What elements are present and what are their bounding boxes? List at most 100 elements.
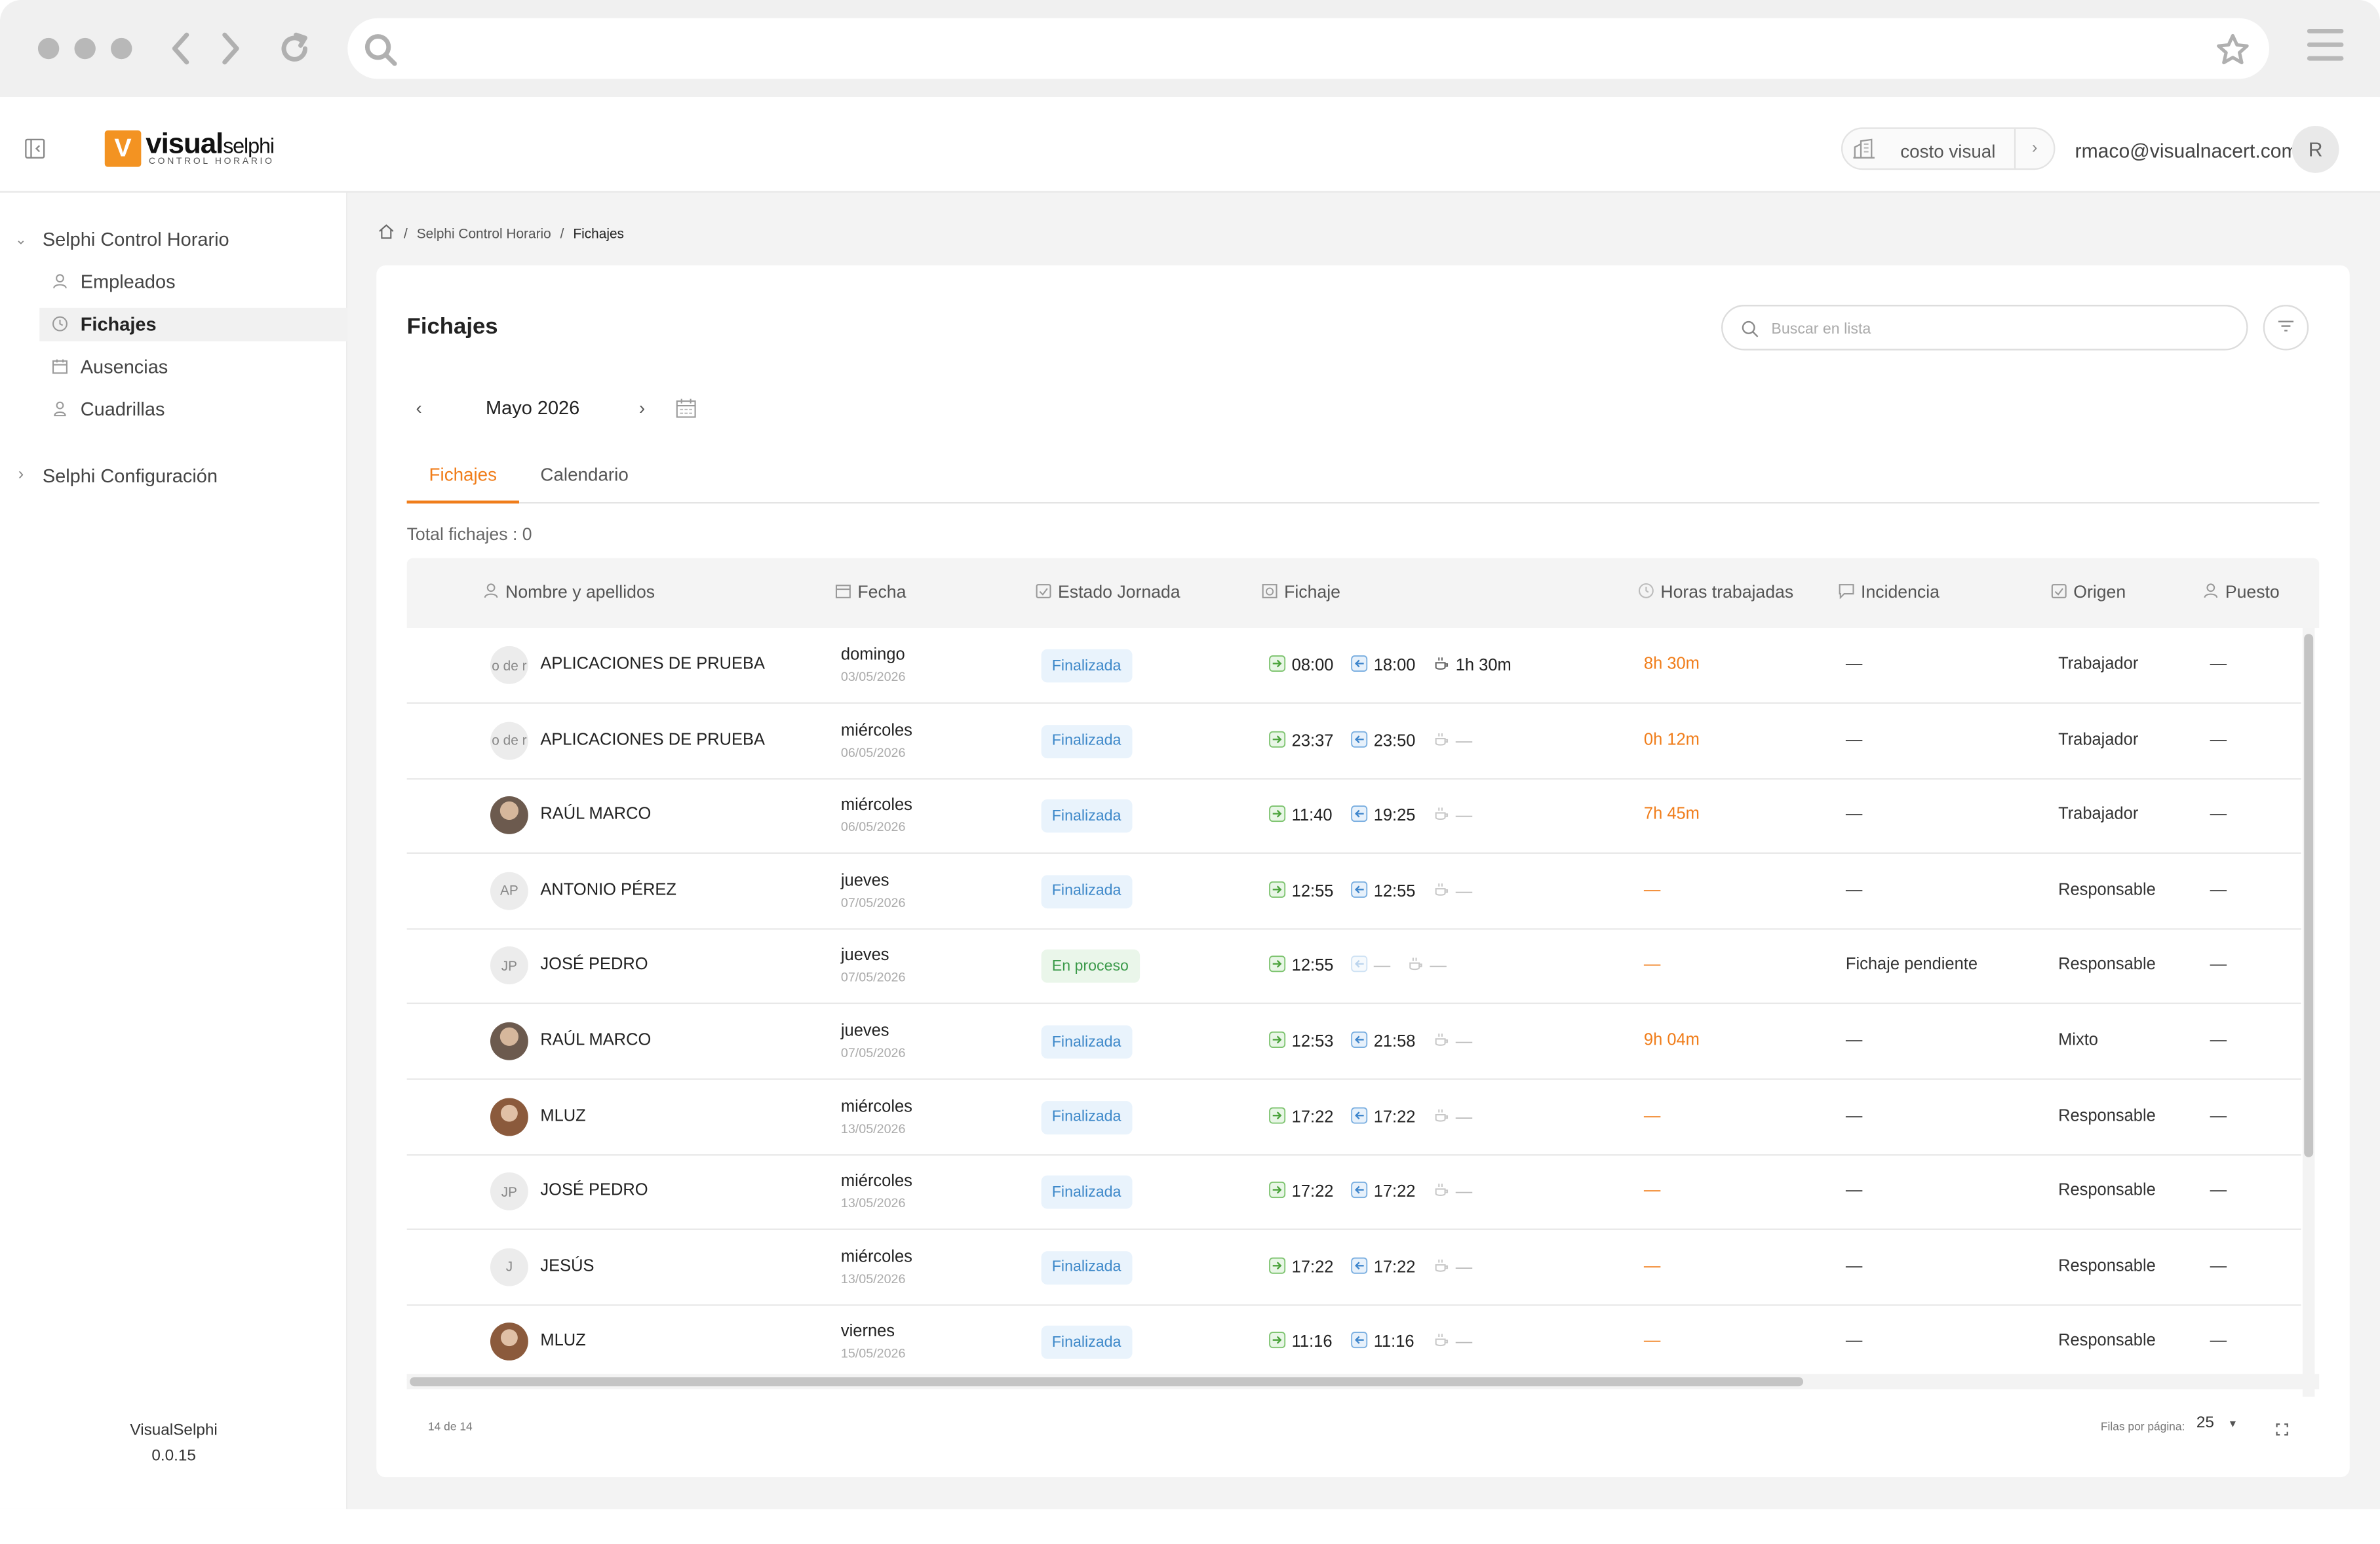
clock-in-icon xyxy=(1269,881,1286,902)
clock-in-icon xyxy=(1269,956,1286,977)
clock-out-icon xyxy=(1351,730,1368,752)
table-row[interactable]: MLUZ viernes 15/05/2026 Finalizada 11:16 11:1… xyxy=(406,1305,2301,1381)
employee-name[interactable]: JOSÉ PEDRO xyxy=(540,1182,648,1200)
clock-in-icon xyxy=(1269,730,1286,752)
employee-name[interactable]: ANTONIO PÉREZ xyxy=(540,881,676,899)
punch-out: 21:58 xyxy=(1351,1031,1415,1052)
breadcrumb-link[interactable]: Selphi Control Horario xyxy=(417,225,551,241)
table-row[interactable]: AP ANTONIO PÉREZ jueves 07/05/2026 Finalizad… xyxy=(406,853,2301,930)
chevron-left-icon[interactable]: ‹ xyxy=(416,397,422,418)
clock-icon xyxy=(52,315,68,336)
incidence: — xyxy=(1845,1257,1863,1275)
status-badge: Finalizada xyxy=(1041,1326,1132,1360)
vertical-scrollbar[interactable] xyxy=(2302,628,2315,1397)
hours-worked: — xyxy=(1643,955,1661,975)
timer-icon xyxy=(1638,583,1654,604)
reload-icon[interactable] xyxy=(273,28,316,70)
origin: Responsable xyxy=(2058,881,2156,899)
sidebar-item-fichajes[interactable]: Fichajes xyxy=(39,307,348,341)
bookmark-star-icon[interactable] xyxy=(2215,32,2252,76)
horizontal-scrollbar[interactable] xyxy=(406,1374,2320,1389)
column-header-origen[interactable]: Origen xyxy=(2051,583,2126,604)
column-header-incidencia[interactable]: Incidencia xyxy=(1838,583,1940,604)
sidebar-item-ausencias[interactable]: Ausencias xyxy=(39,351,347,384)
weekday: jueves xyxy=(840,1022,889,1041)
column-header-puesto[interactable]: Puesto xyxy=(2202,583,2280,604)
table-header: Nombre y apellidos Fecha Estado Jornada … xyxy=(406,558,2320,628)
table-row[interactable]: o de r APLICACIONES DE PRUEBA domingo 03/05… xyxy=(406,628,2301,704)
table-row[interactable]: RAÚL MARCO jueves 07/05/2026 Finalizada 12:5… xyxy=(406,1004,2301,1080)
clock-out-icon xyxy=(1351,655,1368,676)
breadcrumb-current: Fichajes xyxy=(573,225,624,241)
column-header-nombre[interactable]: Nombre y apellidos xyxy=(482,583,655,604)
column-header-estado[interactable]: Estado Jornada xyxy=(1035,583,1180,604)
column-header-horas[interactable]: Horas trabajadas xyxy=(1638,583,1793,604)
employee-name[interactable]: APLICACIONES DE PRUEBA xyxy=(540,731,765,749)
table-row[interactable]: J JESÚS miércoles 13/05/2026 Finalizada 17:22… xyxy=(406,1229,2301,1306)
search-icon xyxy=(362,32,399,76)
sidebar-group-control-horario[interactable]: ⌄ Selphi Control Horario xyxy=(0,223,347,256)
filter-button[interactable] xyxy=(2263,305,2309,351)
coffee-icon xyxy=(1433,731,1449,752)
tab-calendario[interactable]: Calendario xyxy=(540,464,628,503)
hours-worked: 8h 30m xyxy=(1643,655,1700,674)
date: 06/05/2026 xyxy=(840,744,906,760)
employee-name[interactable]: RAÚL MARCO xyxy=(540,805,651,824)
search-input[interactable] xyxy=(1771,315,2227,343)
column-header-fichaje[interactable]: Fichaje xyxy=(1261,583,1340,604)
sidebar-group-configuracion[interactable]: › Selphi Configuración xyxy=(0,459,347,493)
back-icon[interactable] xyxy=(159,28,202,70)
rows-per-page-select[interactable]: 25 xyxy=(2196,1414,2214,1432)
table-row[interactable]: o de r APLICACIONES DE PRUEBA miércoles 06/… xyxy=(406,703,2301,779)
sidebar-collapse-icon[interactable] xyxy=(24,138,45,167)
avatar: o de r xyxy=(490,646,528,684)
table-row[interactable]: JP JOSÉ PEDRO jueves 07/05/2026 En proceso 12… xyxy=(406,929,2301,1005)
forward-icon[interactable] xyxy=(210,28,252,70)
window-dot-icon[interactable] xyxy=(111,37,132,60)
window-dot-icon[interactable] xyxy=(74,37,96,60)
employee-name[interactable]: JOSÉ PEDRO xyxy=(540,956,648,975)
employee-name[interactable]: APLICACIONES DE PRUEBA xyxy=(540,655,765,674)
scrollbar-thumb[interactable] xyxy=(410,1377,1804,1387)
company-selector[interactable]: costo visual › xyxy=(1841,127,2056,170)
break-time: 1h 30m xyxy=(1433,655,1512,676)
fichajes-table: Nombre y apellidos Fecha Estado Jornada … xyxy=(406,558,2320,1397)
fullscreen-icon[interactable] xyxy=(2275,1417,2289,1444)
employee-name[interactable]: MLUZ xyxy=(540,1332,585,1351)
table-row[interactable]: MLUZ miércoles 13/05/2026 Finalizada 17:22 17… xyxy=(406,1079,2301,1155)
window-dot-icon[interactable] xyxy=(37,37,60,60)
month-label[interactable]: Mayo 2026 xyxy=(486,397,579,418)
calendar-picker-icon[interactable] xyxy=(675,397,696,426)
break-time: — xyxy=(1407,956,1447,977)
table-row[interactable]: JP JOSÉ PEDRO miércoles 13/05/2026 Finalizad… xyxy=(406,1155,2301,1231)
sidebar-item-cuadrillas[interactable]: Cuadrillas xyxy=(39,393,347,426)
home-icon[interactable] xyxy=(378,223,395,242)
scrollbar-thumb[interactable] xyxy=(2304,634,2314,1157)
search-field[interactable] xyxy=(1721,305,2248,351)
column-header-fecha[interactable]: Fecha xyxy=(835,583,906,604)
coffee-icon xyxy=(1433,1106,1449,1127)
punch-in: 17:22 xyxy=(1269,1106,1333,1127)
puesto: — xyxy=(2210,805,2227,824)
employee-name[interactable]: MLUZ xyxy=(540,1106,585,1125)
total-count: Total fichajes : 0 xyxy=(406,526,532,545)
sidebar-item-empleados[interactable]: Empleados xyxy=(39,265,347,299)
incidence: — xyxy=(1845,1031,1863,1050)
origin: Mixto xyxy=(2058,1031,2098,1050)
status-badge: Finalizada xyxy=(1041,724,1132,758)
app-logo[interactable]: V visualselphi CONTROL HORARIO xyxy=(104,130,275,167)
coffee-icon xyxy=(1433,805,1449,826)
month-navigator: ‹ Mayo 2026 › xyxy=(407,393,711,426)
table-row[interactable]: RAÚL MARCO miércoles 06/05/2026 Finalizada 1… xyxy=(406,779,2301,855)
chevron-right-icon[interactable]: › xyxy=(2014,128,2054,168)
rows-per-page-label: Filas por página: xyxy=(2100,1419,2185,1434)
employee-name[interactable]: JESÚS xyxy=(540,1257,594,1275)
caret-down-icon[interactable]: ▾ xyxy=(2230,1417,2236,1431)
employee-name[interactable]: RAÚL MARCO xyxy=(540,1032,651,1050)
chevron-right-icon[interactable]: › xyxy=(639,397,645,418)
screen: V visualselphi CONTROL HORARIO costo vis… xyxy=(0,0,2380,1544)
tab-fichajes[interactable]: Fichajes xyxy=(406,464,519,504)
address-bar[interactable] xyxy=(347,18,2269,79)
user-avatar[interactable]: R xyxy=(2292,126,2339,173)
browser-menu-icon[interactable] xyxy=(2307,28,2344,66)
